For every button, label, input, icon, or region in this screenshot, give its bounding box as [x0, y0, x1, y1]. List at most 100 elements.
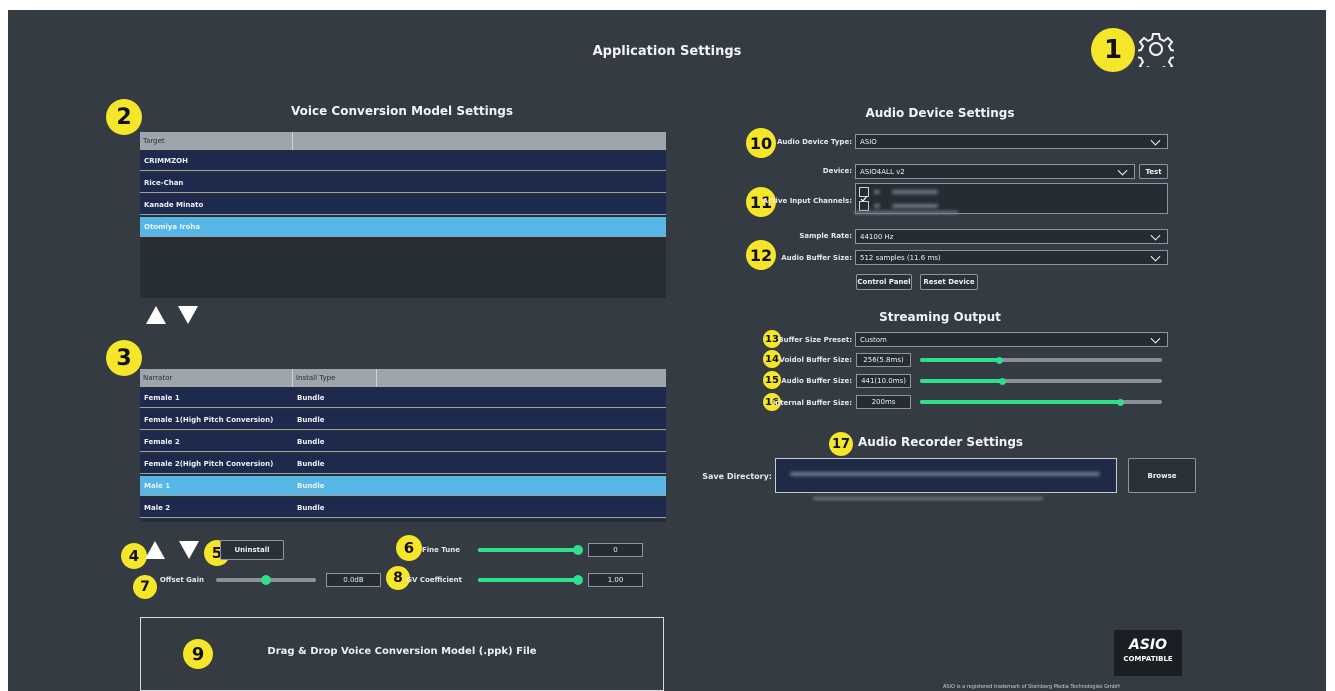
target-name: Otomiya Iroha	[144, 223, 201, 231]
sample-rate-select[interactable]: 44100 Hz	[855, 229, 1168, 244]
asio-compatible-text: COMPATIBLE	[1123, 655, 1173, 663]
gear-icon[interactable]	[1135, 31, 1177, 75]
table-row[interactable]: Female 1(High Pitch Conversion) Bundle	[140, 410, 666, 430]
audio-buffer-value[interactable]: 441(10.0ms)	[856, 374, 911, 388]
table-row-selected[interactable]: Male 1 Bundle	[140, 476, 666, 496]
input-channel-1-name	[892, 190, 938, 194]
recorder-section-title: Audio Recorder Settings	[858, 435, 1024, 449]
buffer-preset-value: Custom	[860, 335, 887, 344]
column-header-narrator[interactable]: Narrator	[140, 369, 293, 387]
browse-button[interactable]: Browse	[1128, 458, 1196, 493]
slider-thumb[interactable]	[573, 575, 583, 585]
slider-thumb[interactable]	[1117, 398, 1125, 406]
badge-3: 3	[106, 340, 142, 376]
fine-tune-value[interactable]: 0	[588, 543, 643, 557]
audio-buffer-label: Audio Buffer Size:	[781, 377, 852, 385]
narrator-up-icon[interactable]	[145, 541, 165, 559]
asio-trademark-notice: ASIO is a registered trademark of Steinb…	[943, 684, 1120, 690]
table-row[interactable]: Male 2 Bundle	[140, 498, 666, 518]
chevron-down-icon	[1150, 135, 1161, 146]
badge-4: 4	[121, 543, 147, 569]
table-row-selected[interactable]: Otomiya Iroha	[140, 217, 666, 237]
buffer-size-select[interactable]: 512 samples (11.6 ms)	[855, 250, 1168, 265]
asio-logo-text: ASIO	[1128, 637, 1168, 653]
offset-gain-slider[interactable]	[216, 575, 316, 585]
device-type-select[interactable]: ASIO	[855, 134, 1168, 149]
chevron-down-icon	[1150, 333, 1161, 344]
application-settings-window: Application Settings 1 Voice Conversion …	[8, 10, 1326, 691]
slider-fill	[920, 379, 1003, 383]
table-row[interactable]: Kanade Minato	[140, 195, 666, 215]
voidol-buffer-value[interactable]: 256(5.8ms)	[856, 353, 911, 367]
offset-gain-value[interactable]: 0.0dB	[326, 573, 381, 587]
input-channel-2-name	[854, 211, 958, 214]
target-table: Target CRIMMZOH Rice-Chan Kanade Minato …	[140, 132, 666, 298]
internal-buffer-slider[interactable]	[920, 398, 1162, 406]
column-header-target[interactable]: Target	[140, 132, 293, 150]
internal-buffer-value[interactable]: 200ms	[856, 395, 911, 409]
chevron-down-icon	[1150, 230, 1161, 241]
move-down-icon[interactable]	[178, 306, 198, 324]
slider-thumb[interactable]	[996, 356, 1004, 364]
device-label: Device:	[822, 167, 852, 175]
table-row[interactable]: Rice-Chan	[140, 173, 666, 193]
model-drop-zone[interactable]: 9 Drag & Drop Voice Conversion Model (.p…	[140, 617, 664, 691]
asio-compatible-logo: ASIO COMPATIBLE	[1114, 630, 1182, 676]
control-panel-button[interactable]: Control Panel	[856, 274, 912, 290]
device-value: ASIO4ALL v2	[860, 167, 905, 176]
badge-1: 1	[1091, 28, 1135, 72]
save-directory-path	[813, 497, 1043, 500]
slider-fill	[216, 578, 266, 582]
table-row[interactable]: Female 1 Bundle	[140, 388, 666, 408]
buffer-preset-select[interactable]: Custom	[855, 332, 1168, 347]
table-row[interactable]: Female 2 Bundle	[140, 432, 666, 452]
device-type-value: ASIO	[860, 137, 877, 146]
slider-fill	[920, 358, 1000, 362]
target-table-header: Target	[140, 132, 666, 150]
uninstall-button[interactable]: Uninstall	[220, 540, 284, 560]
narrator-table-header: Narrator Install Type	[140, 369, 666, 387]
test-button[interactable]: Test	[1139, 164, 1168, 179]
save-directory-label: Save Directory:	[702, 472, 772, 481]
install-type: Bundle	[297, 482, 325, 490]
table-row[interactable]: Female 2(High Pitch Conversion) Bundle	[140, 454, 666, 474]
input-channel-2-checkbox[interactable]	[859, 201, 869, 211]
streaming-section-title: Streaming Output	[879, 310, 1001, 324]
slider-fill	[478, 578, 578, 582]
narrator-name: Female 2(High Pitch Conversion)	[144, 460, 274, 468]
save-directory-field[interactable]	[775, 458, 1117, 493]
fine-tune-label: Fine Tune	[421, 546, 460, 554]
input-channel-1-checkbox[interactable]	[859, 187, 869, 202]
buffer-preset-label: Buffer Size Preset:	[778, 336, 852, 344]
device-select[interactable]: ASIO4ALL v2	[855, 164, 1135, 179]
reset-device-button[interactable]: Reset Device	[920, 274, 978, 290]
install-type: Bundle	[297, 438, 325, 446]
column-header-install-type[interactable]: Install Type	[293, 369, 377, 387]
table-row[interactable]: CRIMMZOH	[140, 151, 666, 171]
narrator-name: Female 1	[144, 394, 180, 402]
slider-thumb[interactable]	[998, 377, 1006, 385]
input-channel-1-name	[874, 190, 880, 194]
narrator-name: Male 1	[144, 482, 171, 490]
offset-gain-label: Offset Gain	[159, 576, 204, 584]
buffer-size-value: 512 samples (11.6 ms)	[860, 253, 941, 262]
slider-thumb[interactable]	[261, 575, 271, 585]
internal-buffer-label: Internal Buffer Size:	[772, 399, 852, 407]
move-up-icon[interactable]	[146, 306, 166, 324]
save-directory-path	[790, 472, 1100, 476]
slider-thumb[interactable]	[573, 545, 583, 555]
fine-tune-slider[interactable]	[478, 545, 583, 555]
narrator-table: Narrator Install Type Female 1 Bundle Fe…	[140, 369, 666, 522]
drop-zone-label: Drag & Drop Voice Conversion Model (.ppk…	[267, 646, 537, 657]
audio-buffer-slider[interactable]	[920, 377, 1162, 385]
buffer-size-label: Audio Buffer Size:	[781, 254, 852, 262]
voidol-buffer-slider[interactable]	[920, 356, 1162, 364]
gv-coefficient-value[interactable]: 1.00	[588, 573, 643, 587]
chevron-down-icon	[1117, 165, 1128, 176]
badge-2: 2	[106, 99, 142, 135]
install-type: Bundle	[297, 460, 325, 468]
audio-section-title: Audio Device Settings	[865, 106, 1015, 120]
narrator-down-icon[interactable]	[179, 541, 199, 559]
gv-coefficient-slider[interactable]	[478, 575, 583, 585]
sample-rate-value: 44100 Hz	[860, 232, 894, 241]
